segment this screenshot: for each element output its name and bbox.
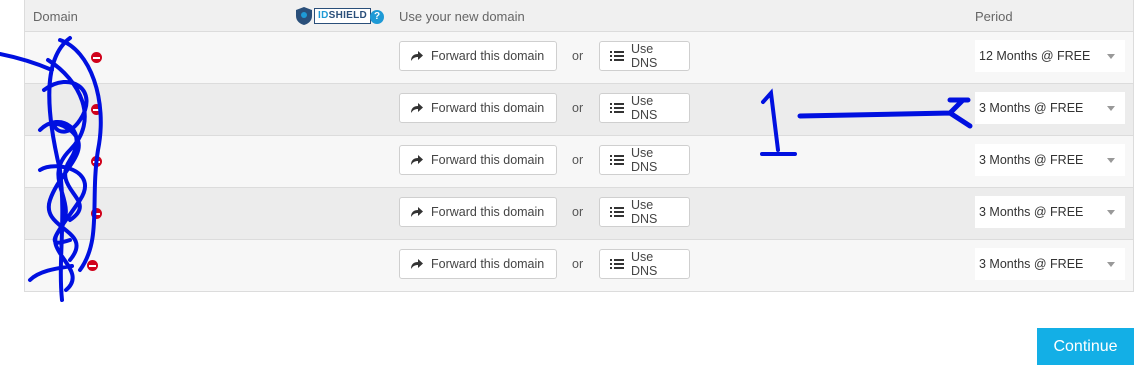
period-value: 3 Months @ FREE: [979, 257, 1084, 271]
use-dns-label: Use DNS: [631, 146, 658, 174]
remove-icon[interactable]: [91, 208, 102, 219]
remove-icon[interactable]: [91, 156, 102, 167]
period-value: 3 Months @ FREE: [979, 153, 1084, 167]
share-arrow-icon: [410, 258, 424, 270]
forward-domain-label: Forward this domain: [431, 205, 545, 219]
use-dns-label: Use DNS: [631, 42, 658, 70]
shield-icon: [295, 6, 313, 26]
share-arrow-icon: [410, 154, 424, 166]
list-icon: [610, 206, 624, 218]
period-select[interactable]: 3 Months @ FREE: [975, 196, 1125, 228]
list-icon: [610, 258, 624, 270]
table-row: Forward this domain or Use DNS 3 Months …: [25, 136, 1133, 188]
period-select[interactable]: 3 Months @ FREE: [975, 248, 1125, 280]
forward-domain-button[interactable]: Forward this domain: [399, 145, 557, 175]
forward-domain-label: Forward this domain: [431, 101, 545, 115]
table-row: Forward this domain or Use DNS 3 Months …: [25, 240, 1133, 292]
table-row: Forward this domain or Use DNS 12 Months…: [25, 32, 1133, 84]
use-dns-label: Use DNS: [631, 94, 658, 122]
header-domain: Domain: [33, 9, 78, 24]
share-arrow-icon: [410, 102, 424, 114]
list-icon: [610, 154, 624, 166]
share-arrow-icon: [410, 50, 424, 62]
forward-domain-label: Forward this domain: [431, 49, 545, 63]
period-value: 3 Months @ FREE: [979, 101, 1084, 115]
remove-icon[interactable]: [91, 104, 102, 115]
idshield-logo: IDSHIELD: [295, 6, 372, 26]
forward-domain-button[interactable]: Forward this domain: [399, 41, 557, 71]
use-dns-label: Use DNS: [631, 198, 658, 226]
idshield-wordmark: IDSHIELD: [314, 8, 372, 24]
table-row: Forward this domain or Use DNS 3 Months …: [25, 84, 1133, 136]
chevron-down-icon: [1107, 54, 1115, 59]
share-arrow-icon: [410, 206, 424, 218]
or-label: or: [572, 153, 584, 167]
table-header: Domain IDSHIELD ? Use your new domain Pe…: [25, 0, 1133, 32]
period-value: 12 Months @ FREE: [979, 49, 1091, 63]
remove-icon[interactable]: [91, 52, 102, 63]
chevron-down-icon: [1107, 262, 1115, 267]
use-dns-button[interactable]: Use DNS: [599, 41, 690, 71]
table-row: Forward this domain or Use DNS 3 Months …: [25, 188, 1133, 240]
remove-icon[interactable]: [87, 260, 98, 271]
forward-domain-button[interactable]: Forward this domain: [399, 249, 557, 279]
forward-domain-button[interactable]: Forward this domain: [399, 197, 557, 227]
chevron-down-icon: [1107, 106, 1115, 111]
header-use-domain: Use your new domain: [399, 9, 525, 24]
chevron-down-icon: [1107, 210, 1115, 215]
or-label: or: [572, 49, 584, 63]
header-period: Period: [975, 9, 1013, 24]
period-value: 3 Months @ FREE: [979, 205, 1084, 219]
or-label: or: [572, 257, 584, 271]
or-label: or: [572, 101, 584, 115]
use-dns-label: Use DNS: [631, 250, 658, 278]
continue-button[interactable]: Continue: [1037, 328, 1134, 365]
forward-domain-label: Forward this domain: [431, 153, 545, 167]
period-select[interactable]: 12 Months @ FREE: [975, 40, 1125, 72]
list-icon: [610, 50, 624, 62]
use-dns-button[interactable]: Use DNS: [599, 249, 690, 279]
use-dns-button[interactable]: Use DNS: [599, 93, 690, 123]
forward-domain-button[interactable]: Forward this domain: [399, 93, 557, 123]
domain-table: Domain IDSHIELD ? Use your new domain Pe…: [24, 0, 1134, 292]
use-dns-button[interactable]: Use DNS: [599, 197, 690, 227]
forward-domain-label: Forward this domain: [431, 257, 545, 271]
or-label: or: [572, 205, 584, 219]
period-select[interactable]: 3 Months @ FREE: [975, 144, 1125, 176]
list-icon: [610, 102, 624, 114]
period-select[interactable]: 3 Months @ FREE: [975, 92, 1125, 124]
chevron-down-icon: [1107, 158, 1115, 163]
use-dns-button[interactable]: Use DNS: [599, 145, 690, 175]
help-icon[interactable]: ?: [370, 10, 384, 24]
